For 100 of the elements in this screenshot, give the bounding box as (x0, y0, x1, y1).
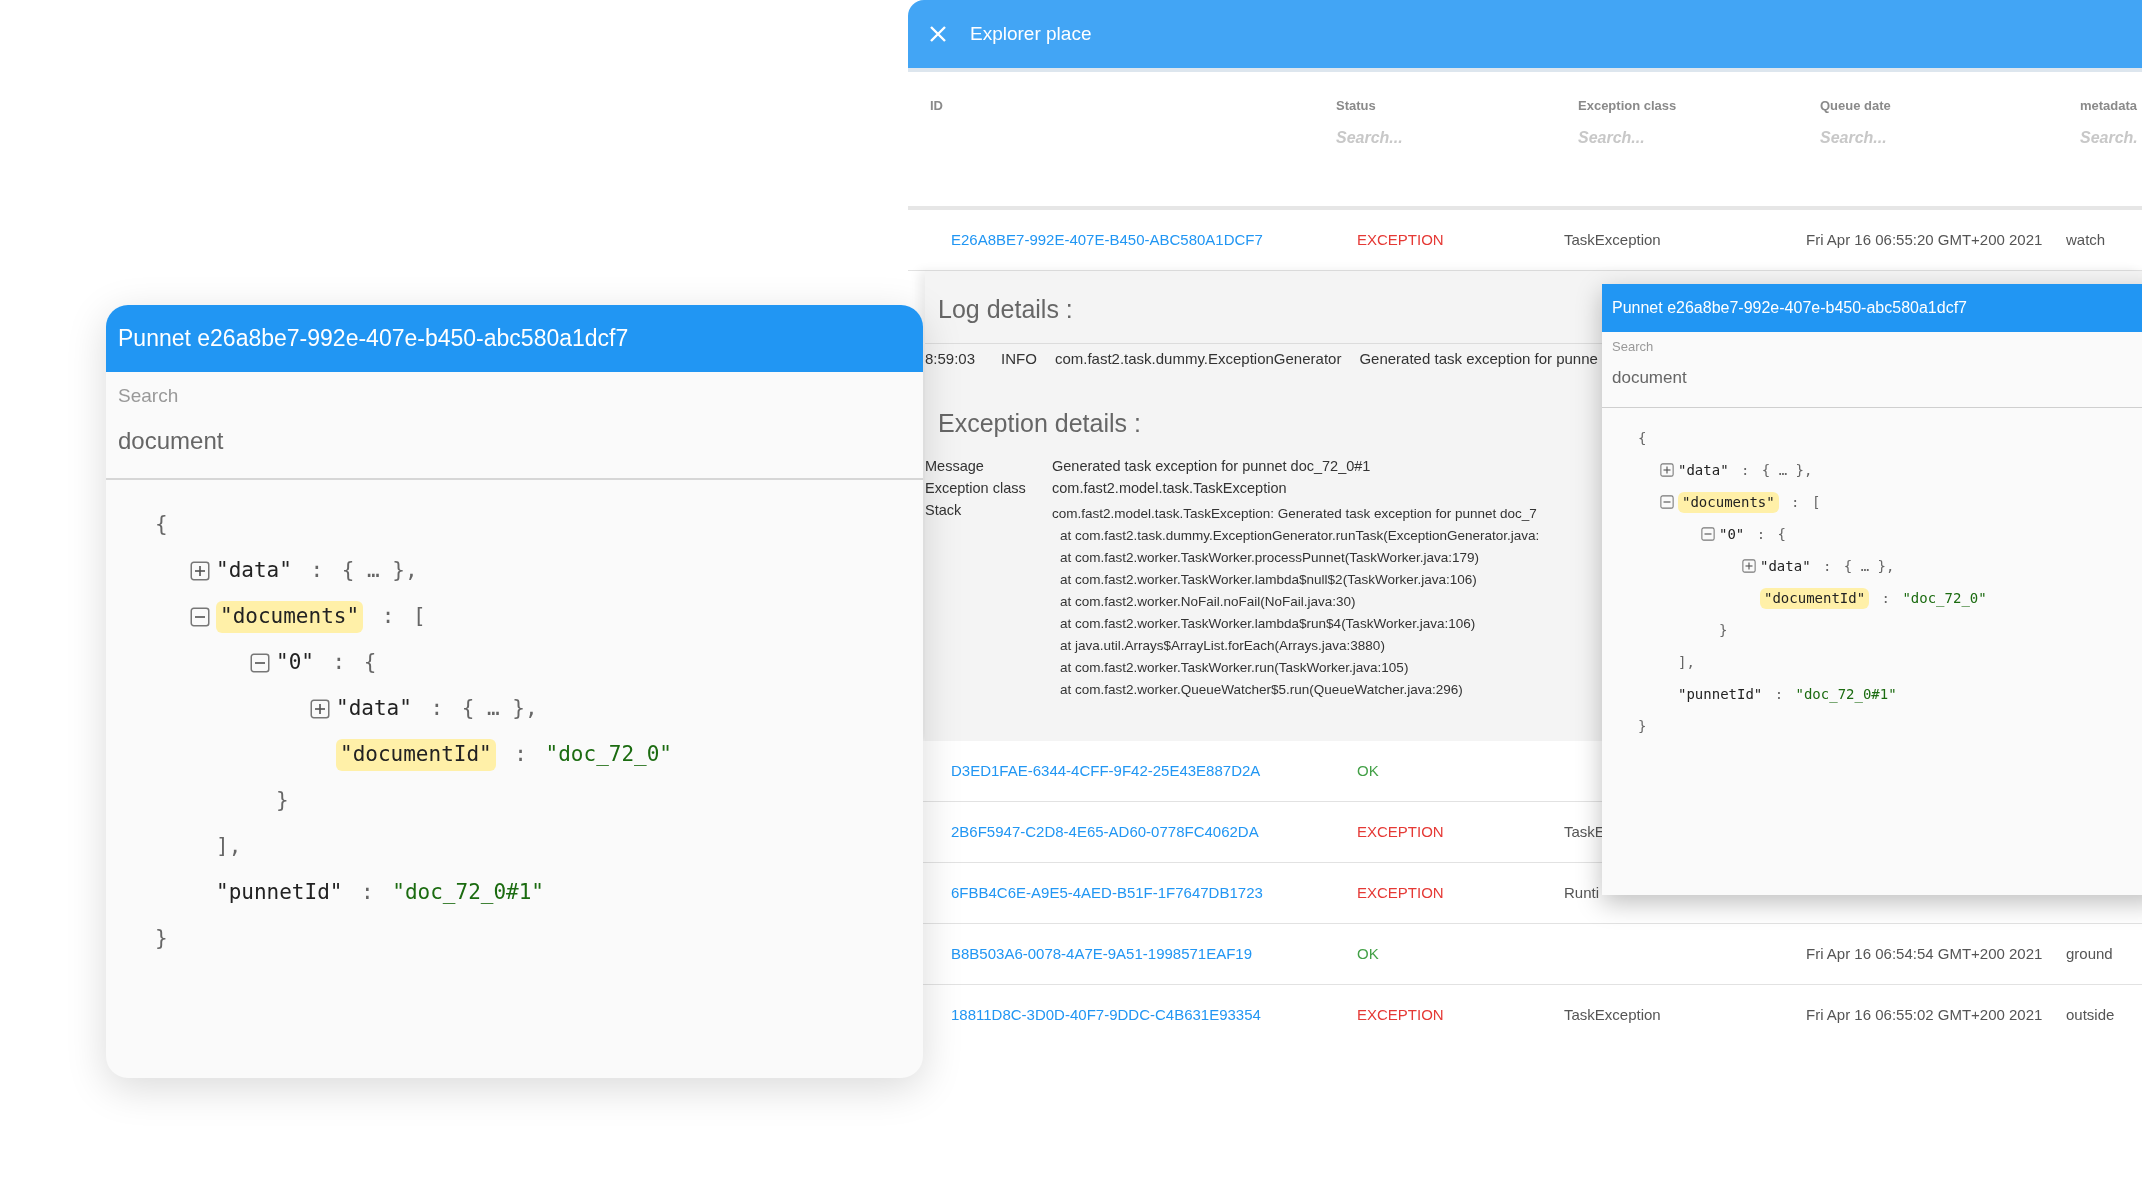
dialog-title: Punnet e26a8be7-992e-407e-b450-abc580a1dcf7 (1612, 298, 1967, 318)
json-bracket: } (1638, 716, 1647, 736)
column-header: metadata (2080, 97, 2139, 115)
detail-label: Exception class (925, 479, 1027, 499)
column-header: ID (930, 97, 944, 115)
row-id-link[interactable]: D3ED1FAE-6344-4CFF-9F42-25E43E887D2A (951, 759, 1357, 783)
expand-icon[interactable] (190, 561, 210, 581)
log-message: Generated task exception for punne (1359, 348, 1598, 369)
row-id-link[interactable]: B8B503A6-0078-4A7E-9A51-1998571EAF19 (951, 942, 1357, 966)
json-bracket: { (155, 511, 168, 539)
stack-line: at com.fast2.worker.NoFail.noFail(NoFail.java:30) (1059, 593, 1357, 611)
json-key: "data" (216, 555, 292, 587)
queue-date-cell-text: Fri Apr 16 06:55:20 GMT+200 2021 (1806, 229, 2044, 250)
status-cell-text: OK (1357, 760, 1380, 781)
expand-icon[interactable] (310, 699, 330, 719)
log-level: INFO (1001, 348, 1037, 369)
json-key: "data" (1678, 459, 1729, 481)
json-bracket: [ (1811, 492, 1821, 512)
json-colon: : (1756, 524, 1766, 544)
exception-class-cell-text: TaskE (1564, 821, 1606, 842)
status-cell-text: EXCEPTION (1357, 229, 1445, 250)
json-key: "documents" (1678, 491, 1779, 513)
json-value: { … }, (461, 695, 538, 723)
json-bracket: { (363, 649, 377, 677)
row-id-link[interactable]: E26A8BE7-992E-407E-B450-ABC580A1DCF7 (951, 228, 1357, 252)
queue-date-cell-text: Fri Apr 16 06:55:02 GMT+200 2021 (1806, 1004, 2044, 1025)
detail-label: Message (925, 457, 985, 477)
metadata-cell-text: outside (2066, 1004, 2116, 1025)
stack-line: at com.fast2.worker.TaskWorker.processPunnet(TaskWorker.java:179) (1059, 549, 1480, 567)
collapse-icon[interactable] (190, 607, 210, 627)
detail-label: Stack (925, 501, 963, 520)
detail-value: com.fast2.model.task.TaskException (1052, 479, 1287, 499)
status-cell-text: EXCEPTION (1357, 821, 1445, 842)
json-bracket: ], (1678, 652, 1695, 672)
stack-line: at com.fast2.worker.QueueWatcher$5.run(QueueWatcher.java:296) (1059, 681, 1464, 699)
json-key: "documents" (216, 601, 364, 633)
stack-line: at com.fast2.worker.TaskWorker.run(TaskWorker.java:105) (1059, 659, 1410, 677)
dialog-title: Punnet e26a8be7-992e-407e-b450-abc580a1dcf7 (118, 324, 629, 354)
json-key: "documentId" (1760, 587, 1870, 609)
json-value: "doc_72_0" (1902, 588, 1987, 609)
exception-class-cell-text: TaskException (1564, 229, 1662, 250)
filter-input[interactable]: document (1612, 364, 1812, 390)
expand-icon[interactable] (1660, 463, 1674, 477)
json-colon: : (430, 695, 444, 723)
detail-value: Generated task exception for punnet doc_72_0#1 (1052, 457, 1371, 477)
section-title: Log details : (938, 294, 1073, 325)
stack-line: at com.fast2.worker.TaskWorker.lambda$null$2(TaskWorker.java:106) (1059, 571, 1478, 589)
json-colon: : (361, 879, 374, 907)
json-colon: : (1740, 460, 1750, 480)
collapse-icon[interactable] (1701, 527, 1715, 541)
json-colon: : (1822, 556, 1832, 576)
json-colon: : (514, 741, 527, 769)
status-cell-text: EXCEPTION (1357, 882, 1445, 903)
json-colon: : (1791, 492, 1800, 512)
status-cell-text: EXCEPTION (1357, 1004, 1445, 1025)
json-colon: : (310, 557, 324, 585)
filter-input[interactable]: document (118, 422, 418, 459)
json-value: { … }, (1843, 556, 1895, 576)
json-colon: : (1881, 588, 1890, 608)
log-logger: com.fast2.task.dummy.ExceptionGenerator (1054, 348, 1342, 369)
window-title: Explorer place (970, 21, 1092, 46)
stack-line: at com.fast2.worker.TaskWorker.lambda$run$4(TaskWorker.java:106) (1059, 615, 1477, 633)
json-value: "doc_72_0" (545, 741, 672, 769)
json-bracket: } (1719, 620, 1728, 640)
json-bracket: [ (412, 603, 426, 631)
collapse-icon[interactable] (250, 653, 270, 673)
collapse-icon[interactable] (1660, 495, 1674, 509)
exception-class-cell-text: TaskException (1564, 1004, 1662, 1025)
metadata-cell-text: watch (2066, 229, 2107, 250)
status-cell-text: OK (1357, 943, 1380, 964)
column-header: Exception class (1578, 97, 1678, 115)
json-key: "punnetId" (1678, 683, 1763, 705)
json-value: "doc_72_0#1" (1795, 684, 1897, 705)
close-icon[interactable] (928, 24, 948, 44)
json-colon: : (332, 649, 346, 677)
queue-date-cell-text: Fri Apr 16 06:54:54 GMT+200 2021 (1806, 943, 2044, 964)
json-colon: : (1774, 684, 1784, 704)
stack-line: com.fast2.model.task.TaskException: Generated task exception for punnet doc_7 (1052, 505, 1538, 523)
stack-line: at java.util.Arrays$ArrayList.forEach(Arrays.java:3880) (1059, 637, 1386, 655)
json-value: "doc_72_0#1" (392, 879, 544, 907)
json-key: "data" (1760, 555, 1811, 577)
json-bracket: ], (216, 833, 242, 861)
log-time: 8:59:03 (925, 348, 976, 369)
column-header: Queue date (1820, 97, 1892, 115)
json-bracket: } (155, 925, 168, 953)
json-bracket: } (276, 787, 289, 815)
json-key: "documentId" (336, 739, 496, 771)
json-bracket: { (1638, 428, 1647, 448)
row-id-link[interactable]: 2B6F5947-C2D8-4E65-AD60-0778FC4062DA (951, 820, 1357, 844)
json-key: "data" (336, 693, 412, 725)
row-id-link[interactable]: 6FBB4C6E-A9E5-4AED-B51F-1F7647DB1723 (951, 881, 1357, 905)
metadata-cell-text: ground (2066, 943, 2114, 964)
json-value: { … }, (1761, 460, 1813, 480)
json-bracket: { (1777, 524, 1786, 544)
column-header: Status (1336, 97, 1377, 115)
json-colon: : (381, 603, 395, 631)
row-id-link[interactable]: 18811D8C-3D0D-40F7-9DDC-C4B631E93354 (951, 1003, 1357, 1027)
exception-class-cell-text: Runti (1564, 882, 1601, 903)
json-key: "0" (276, 647, 314, 679)
expand-icon[interactable] (1742, 559, 1756, 573)
